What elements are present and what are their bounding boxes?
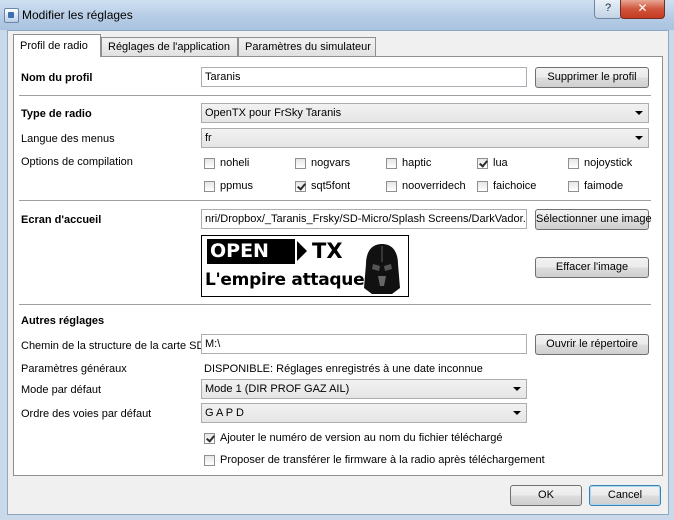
separator bbox=[19, 304, 651, 306]
sd-path-label: Chemin de la structure de la carte SD bbox=[21, 340, 205, 352]
offer-transfer-label: Proposer de transférer le firmware à la … bbox=[220, 454, 545, 466]
option-haptic-checkbox[interactable] bbox=[386, 158, 397, 169]
language-label: Langue des menus bbox=[21, 133, 115, 145]
profile-name-input[interactable]: Taranis bbox=[201, 67, 527, 87]
cancel-button[interactable]: Cancel bbox=[589, 485, 661, 506]
option-haptic-label: haptic bbox=[402, 157, 432, 169]
help-button[interactable]: ? bbox=[594, 0, 622, 19]
clear-image-button[interactable]: Effacer l'image bbox=[535, 257, 649, 278]
option-nogvars-label: nogvars bbox=[311, 157, 351, 169]
close-button[interactable]: ✕ bbox=[620, 0, 665, 19]
option-faichoice-checkbox[interactable] bbox=[477, 181, 488, 192]
language-select[interactable]: fr bbox=[201, 128, 649, 148]
offer-transfer-checkbox[interactable] bbox=[204, 455, 215, 466]
option-faichoice-label: faichoice bbox=[493, 180, 537, 192]
tab-profil-radio[interactable]: Profil de radio bbox=[13, 34, 101, 57]
app-icon bbox=[4, 8, 19, 23]
chevron-down-icon bbox=[513, 411, 521, 415]
general-settings-value: DISPONIBLE: Réglages enregistrés à une d… bbox=[204, 363, 483, 375]
option-sqt5font-label: sqt5font bbox=[311, 180, 351, 192]
append-version-checkbox[interactable] bbox=[204, 433, 215, 444]
profile-name-label: Nom du profil bbox=[21, 72, 93, 84]
option-nooverridech-label: nooverridech bbox=[402, 180, 466, 192]
radio-type-select[interactable]: OpenTX pour FrSky Taranis bbox=[201, 103, 649, 123]
select-image-button[interactable]: Sélectionner une image bbox=[535, 209, 652, 230]
radio-type-value: OpenTX pour FrSky Taranis bbox=[205, 107, 342, 119]
tab-reglages-application[interactable]: Réglages de l'application bbox=[101, 37, 238, 56]
default-mode-value: Mode 1 (DIR PROF GAZ AIL) bbox=[205, 383, 350, 395]
option-noheli-checkbox[interactable] bbox=[204, 158, 215, 169]
play-triangle-icon bbox=[297, 241, 307, 261]
radio-type-label: Type de radio bbox=[21, 108, 92, 120]
delete-profile-button[interactable]: Supprimer le profil bbox=[535, 67, 649, 88]
append-version-label: Ajouter le numéro de version au nom du f… bbox=[220, 432, 503, 444]
sd-path-input[interactable]: M:\ bbox=[201, 334, 527, 354]
channel-order-label: Ordre des voies par défaut bbox=[21, 408, 152, 420]
option-nojoystick-checkbox[interactable] bbox=[568, 158, 579, 169]
general-settings-label: Paramètres généraux bbox=[21, 363, 127, 375]
language-value: fr bbox=[205, 132, 212, 144]
option-noheli-label: noheli bbox=[220, 157, 250, 169]
chevron-down-icon bbox=[635, 111, 643, 115]
channel-order-select[interactable]: G A P D bbox=[201, 403, 527, 423]
other-settings-heading: Autres réglages bbox=[21, 315, 105, 327]
option-nojoystick-label: nojoystick bbox=[584, 157, 633, 169]
open-directory-button[interactable]: Ouvrir le répertoire bbox=[535, 334, 649, 355]
title-bar[interactable]: Modifier les réglages ? ✕ bbox=[0, 0, 674, 30]
option-lua-label: lua bbox=[493, 157, 508, 169]
dialog-body: Profil de radio Réglages de l'applicatio… bbox=[7, 30, 669, 515]
separator bbox=[19, 95, 651, 97]
default-mode-label: Mode par défaut bbox=[21, 384, 102, 396]
darth-vader-helmet-icon bbox=[364, 244, 400, 294]
option-faimode-label: faimode bbox=[584, 180, 624, 192]
compile-options-label: Options de compilation bbox=[21, 156, 133, 168]
ok-button[interactable]: OK bbox=[510, 485, 582, 506]
chevron-down-icon bbox=[635, 136, 643, 140]
option-faimode-checkbox[interactable] bbox=[568, 181, 579, 192]
default-mode-select[interactable]: Mode 1 (DIR PROF GAZ AIL) bbox=[201, 379, 527, 399]
chevron-down-icon bbox=[513, 387, 521, 391]
option-sqt5font-checkbox[interactable] bbox=[295, 181, 306, 192]
option-ppmus-label: ppmus bbox=[220, 180, 254, 192]
splash-tx-text: TX bbox=[312, 239, 343, 263]
option-ppmus-checkbox[interactable] bbox=[204, 181, 215, 192]
splash-path-input[interactable]: nri/Dropbox/_Taranis_Frsky/SD-Micro/Spla… bbox=[201, 209, 527, 229]
option-nogvars-checkbox[interactable] bbox=[295, 158, 306, 169]
separator bbox=[19, 200, 651, 202]
splash-label: Ecran d'accueil bbox=[21, 214, 102, 226]
option-lua-checkbox[interactable] bbox=[477, 158, 488, 169]
window-title: Modifier les réglages bbox=[22, 8, 133, 22]
tab-panel: Nom du profil Taranis Supprimer le profi… bbox=[13, 56, 663, 476]
tab-parametres-simulateur[interactable]: Paramètres du simulateur bbox=[238, 37, 376, 56]
option-nooverridech-checkbox[interactable] bbox=[386, 181, 397, 192]
splash-subtitle-text: L'empire attaque bbox=[205, 270, 365, 290]
splash-open-text: OPEN bbox=[207, 239, 295, 264]
splash-image-preview: OPEN TX L'empire attaque bbox=[201, 235, 409, 297]
channel-order-value: G A P D bbox=[205, 407, 244, 419]
